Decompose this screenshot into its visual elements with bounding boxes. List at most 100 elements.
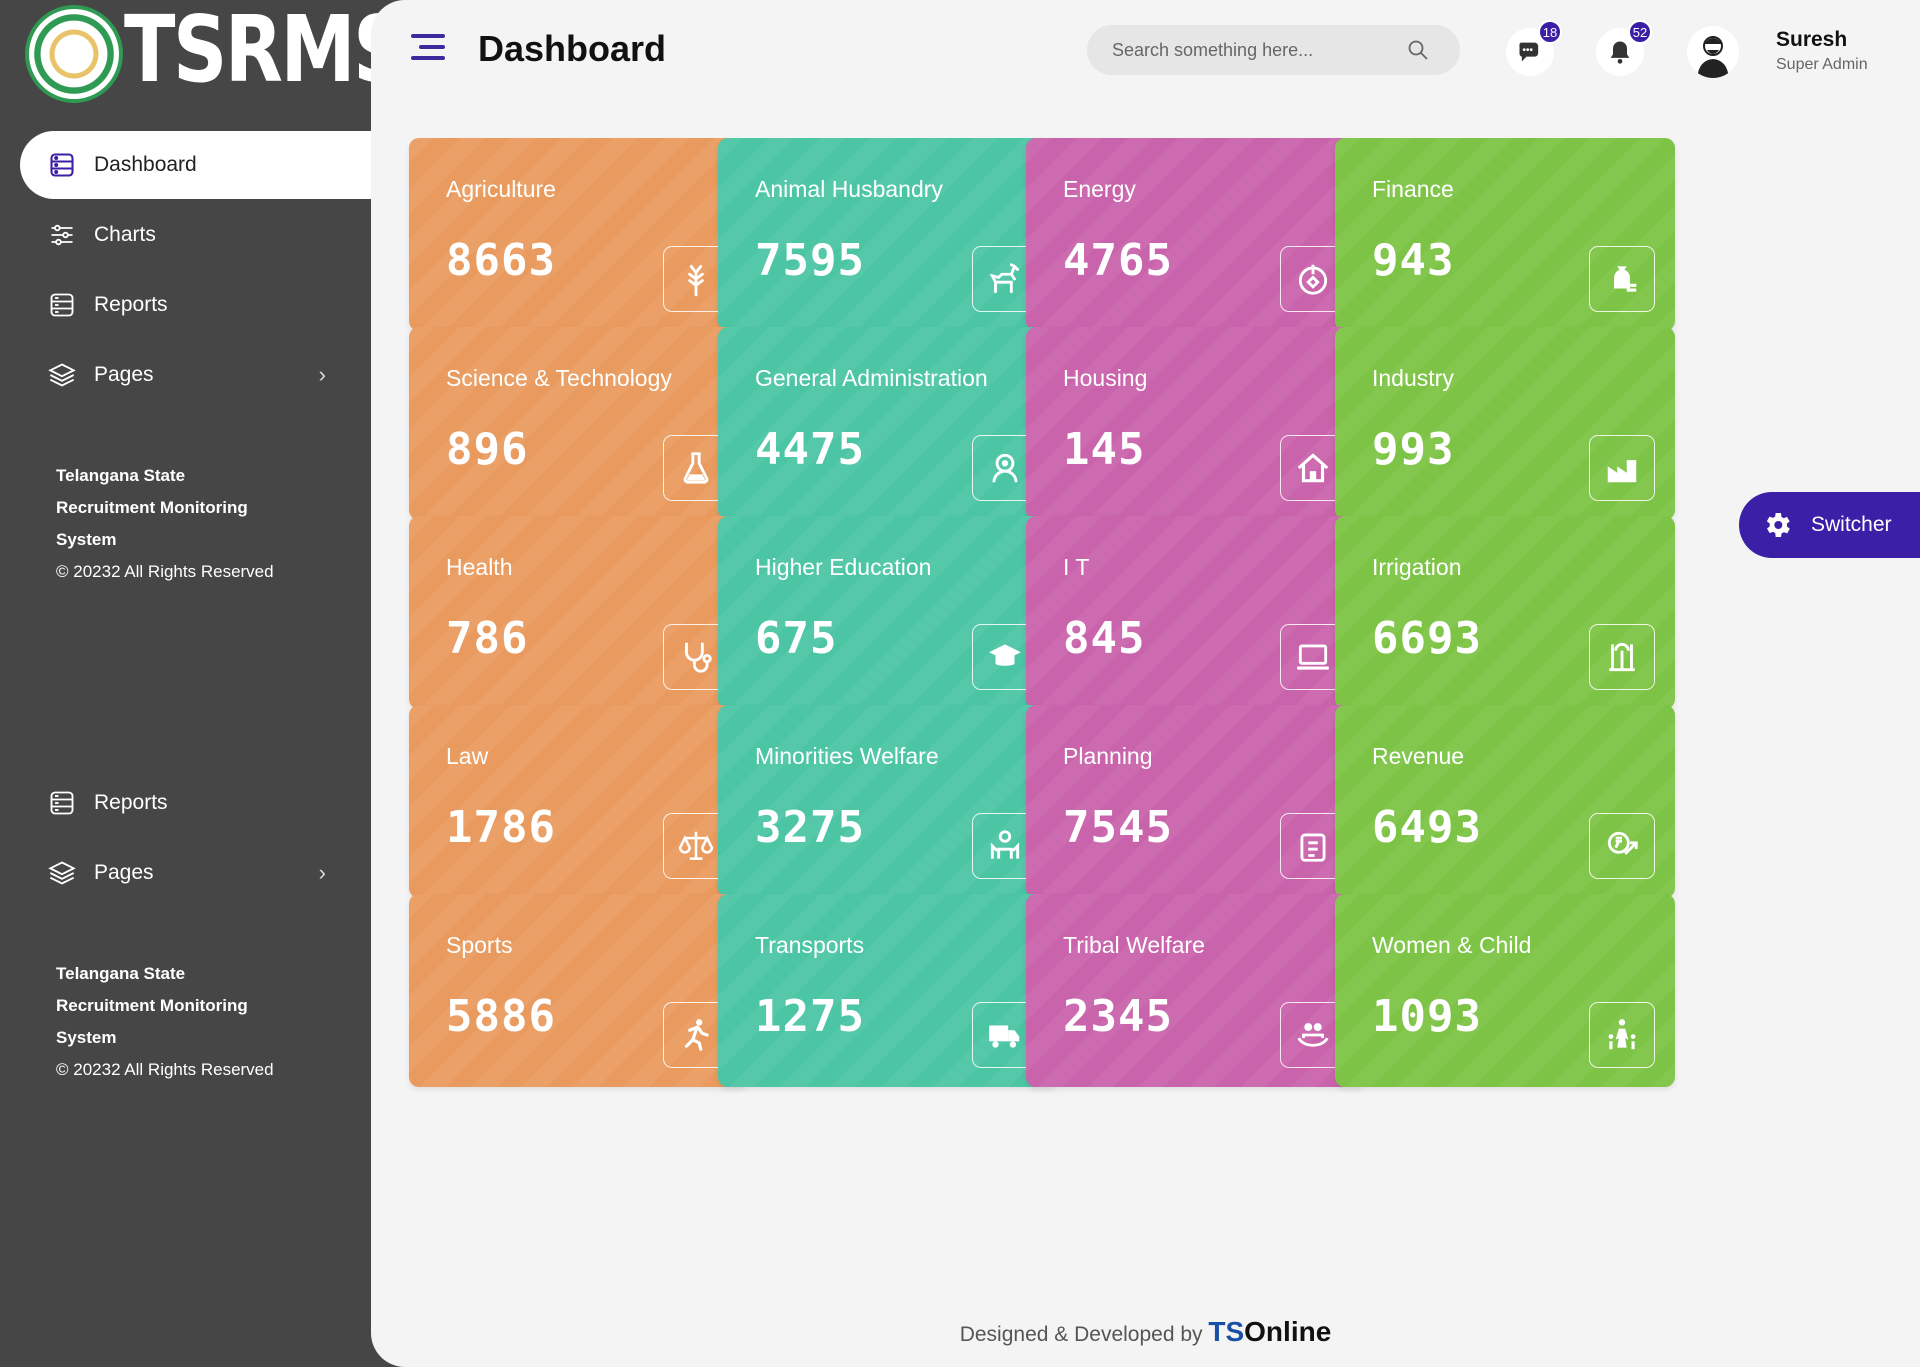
- department-card[interactable]: Revenue 6493: [1335, 705, 1675, 898]
- card-title: Irrigation: [1372, 554, 1462, 580]
- messages-count-badge: 18: [1538, 20, 1562, 44]
- family-icon: [1589, 1002, 1655, 1068]
- department-card[interactable]: Energy 4765: [1026, 138, 1366, 331]
- card-title: Revenue: [1372, 743, 1465, 769]
- sidebar-item-label: Pages: [94, 861, 154, 884]
- card-value: 1275: [755, 991, 865, 1042]
- org-name-line1: Telangana State: [56, 964, 186, 983]
- sliders-icon: [51, 224, 73, 246]
- org-name-line2: Recruitment Monitoring: [56, 498, 248, 517]
- sidebar-item-pages-secondary[interactable]: Pages ›: [20, 839, 371, 907]
- org-name-line2: Recruitment Monitoring: [56, 996, 248, 1015]
- layers-icon: [48, 363, 76, 387]
- department-card[interactable]: Industry 993: [1335, 327, 1675, 520]
- card-title: Law: [446, 743, 489, 769]
- sidebar-item-label: Reports: [94, 293, 168, 316]
- card-value: 6693: [1372, 613, 1482, 664]
- sidebar-item-label: Reports: [94, 791, 168, 814]
- card-title: General Administration: [755, 365, 988, 391]
- user-avatar[interactable]: [1687, 26, 1739, 78]
- switcher-label: Switcher: [1811, 513, 1892, 536]
- sidebar-item-label: Dashboard: [94, 153, 197, 176]
- main-content: Dashboard 18 52 Suresh Super Admin Agric…: [371, 0, 1920, 1367]
- card-title: Planning: [1063, 743, 1153, 769]
- org-name-line3: System: [56, 530, 117, 549]
- card-value: 2345: [1063, 991, 1173, 1042]
- department-card[interactable]: Transports 1275: [718, 894, 1058, 1087]
- state-emblem-logo: [25, 5, 123, 103]
- sidebar-footer-secondary: Telangana State Recruitment Monitoring S…: [56, 958, 346, 1086]
- search-input[interactable]: [1112, 39, 1402, 61]
- card-value: 675: [755, 613, 838, 664]
- sidebar-item-charts[interactable]: Charts: [20, 201, 371, 269]
- sidebar-item-pages[interactable]: Pages ›: [20, 341, 371, 409]
- department-card[interactable]: Women & Child 1093: [1335, 894, 1675, 1087]
- money-bag-icon: [1589, 246, 1655, 312]
- card-value: 6493: [1372, 802, 1482, 853]
- card-value: 8663: [446, 235, 556, 286]
- card-title: Finance: [1372, 176, 1454, 202]
- card-title: Industry: [1372, 365, 1454, 391]
- irrigation-icon: [1589, 624, 1655, 690]
- department-card[interactable]: Housing 145: [1026, 327, 1366, 520]
- layers-icon: [48, 861, 76, 885]
- sidebar-item-label: Pages: [94, 363, 154, 386]
- sidebar-item-label: Charts: [94, 223, 156, 246]
- org-name-line3: System: [56, 1028, 117, 1047]
- department-card[interactable]: Sports 5886: [409, 894, 749, 1087]
- department-card[interactable]: Tribal Welfare 2345: [1026, 894, 1366, 1087]
- department-card[interactable]: Finance 943: [1335, 138, 1675, 331]
- department-card[interactable]: Animal Husbandry 7595: [718, 138, 1058, 331]
- card-value: 5886: [446, 991, 556, 1042]
- notifications-button[interactable]: 52: [1596, 20, 1652, 76]
- reports-icon: [50, 293, 74, 317]
- department-card[interactable]: Health 786: [409, 516, 749, 709]
- card-title: Tribal Welfare: [1063, 932, 1205, 958]
- menu-toggle-icon[interactable]: [411, 34, 445, 64]
- switcher-button[interactable]: Switcher: [1739, 492, 1920, 558]
- industry-icon: [1589, 435, 1655, 501]
- department-card[interactable]: Planning 7545: [1026, 705, 1366, 898]
- department-cards-grid: Agriculture 8663 Animal Husbandry 7595 Energ…: [409, 138, 1884, 1258]
- card-value: 1786: [446, 802, 556, 853]
- card-title: Housing: [1063, 365, 1148, 391]
- card-title: Health: [446, 554, 513, 580]
- sidebar-item-reports-secondary[interactable]: Reports: [20, 769, 371, 837]
- department-card[interactable]: I T 845: [1026, 516, 1366, 709]
- card-value: 943: [1372, 235, 1455, 286]
- card-value: 786: [446, 613, 529, 664]
- dashboard-icon: [50, 153, 74, 177]
- page-title: Dashboard: [478, 28, 667, 69]
- chevron-right-icon: ›: [318, 860, 326, 885]
- reports-icon: [50, 791, 74, 815]
- department-card[interactable]: Agriculture 8663: [409, 138, 749, 331]
- department-card[interactable]: Irrigation 6693: [1335, 516, 1675, 709]
- department-card[interactable]: Higher Education 675: [718, 516, 1058, 709]
- card-value: 845: [1063, 613, 1146, 664]
- sidebar-item-reports[interactable]: Reports: [20, 271, 371, 339]
- card-value: 3275: [755, 802, 865, 853]
- card-value: 1093: [1372, 991, 1482, 1042]
- messages-button[interactable]: 18: [1506, 20, 1562, 76]
- bell-icon: [1610, 41, 1630, 64]
- card-value: 896: [446, 424, 529, 475]
- card-title: Transports: [755, 932, 865, 958]
- department-card[interactable]: Minorities Welfare 3275: [718, 705, 1058, 898]
- card-title: Sports: [446, 932, 513, 958]
- search-icon[interactable]: [1406, 38, 1430, 62]
- search-box: [1087, 25, 1460, 75]
- brand-logo[interactable]: TSOnline: [1208, 1316, 1331, 1347]
- app-logo-text[interactable]: TSRMS: [124, 4, 407, 96]
- sidebar-item-dashboard[interactable]: Dashboard: [20, 131, 371, 199]
- department-card[interactable]: Law 1786: [409, 705, 749, 898]
- copyright-text: © 20232 All Rights Reserved: [56, 1060, 274, 1079]
- chevron-right-icon: ›: [318, 362, 326, 387]
- rupee-growth-icon: [1589, 813, 1655, 879]
- copyright-text: © 20232 All Rights Reserved: [56, 562, 274, 581]
- card-value: 4765: [1063, 235, 1173, 286]
- user-name[interactable]: Suresh: [1776, 28, 1847, 52]
- department-card[interactable]: Science & Technology 896: [409, 327, 749, 520]
- top-bar: Dashboard 18 52 Suresh Super Admin: [371, 0, 1920, 100]
- user-role: Super Admin: [1776, 56, 1868, 73]
- department-card[interactable]: General Administration 4475: [718, 327, 1058, 520]
